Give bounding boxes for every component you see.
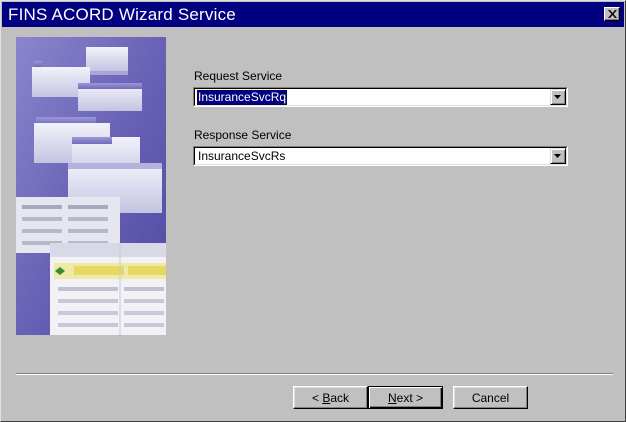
cancel-button[interactable]: Cancel bbox=[453, 386, 528, 409]
response-service-label: Response Service bbox=[194, 128, 292, 142]
close-button[interactable] bbox=[604, 7, 620, 21]
chevron-down-icon bbox=[554, 154, 561, 158]
request-service-label: Request Service bbox=[194, 69, 283, 83]
button-separator bbox=[16, 373, 613, 375]
request-service-dropdown-button[interactable] bbox=[550, 89, 566, 105]
wizard-illustration bbox=[16, 37, 166, 335]
response-service-value: InsuranceSvcRs bbox=[198, 149, 286, 163]
request-service-combobox[interactable]: InsuranceSvcRq bbox=[193, 87, 568, 107]
back-button[interactable]: < Back bbox=[293, 386, 368, 409]
wizard-window: FINS ACORD Wizard Service Request Servic… bbox=[0, 0, 626, 422]
chevron-down-icon bbox=[554, 95, 561, 99]
close-icon bbox=[608, 10, 617, 18]
response-service-dropdown-button[interactable] bbox=[550, 148, 566, 164]
next-button[interactable]: Next > bbox=[368, 386, 443, 409]
response-service-combobox[interactable]: InsuranceSvcRs bbox=[193, 146, 568, 166]
request-service-value: InsuranceSvcRq bbox=[195, 89, 289, 106]
window-title: FINS ACORD Wizard Service bbox=[8, 5, 236, 24]
title-bar[interactable]: FINS ACORD Wizard Service bbox=[2, 2, 624, 27]
